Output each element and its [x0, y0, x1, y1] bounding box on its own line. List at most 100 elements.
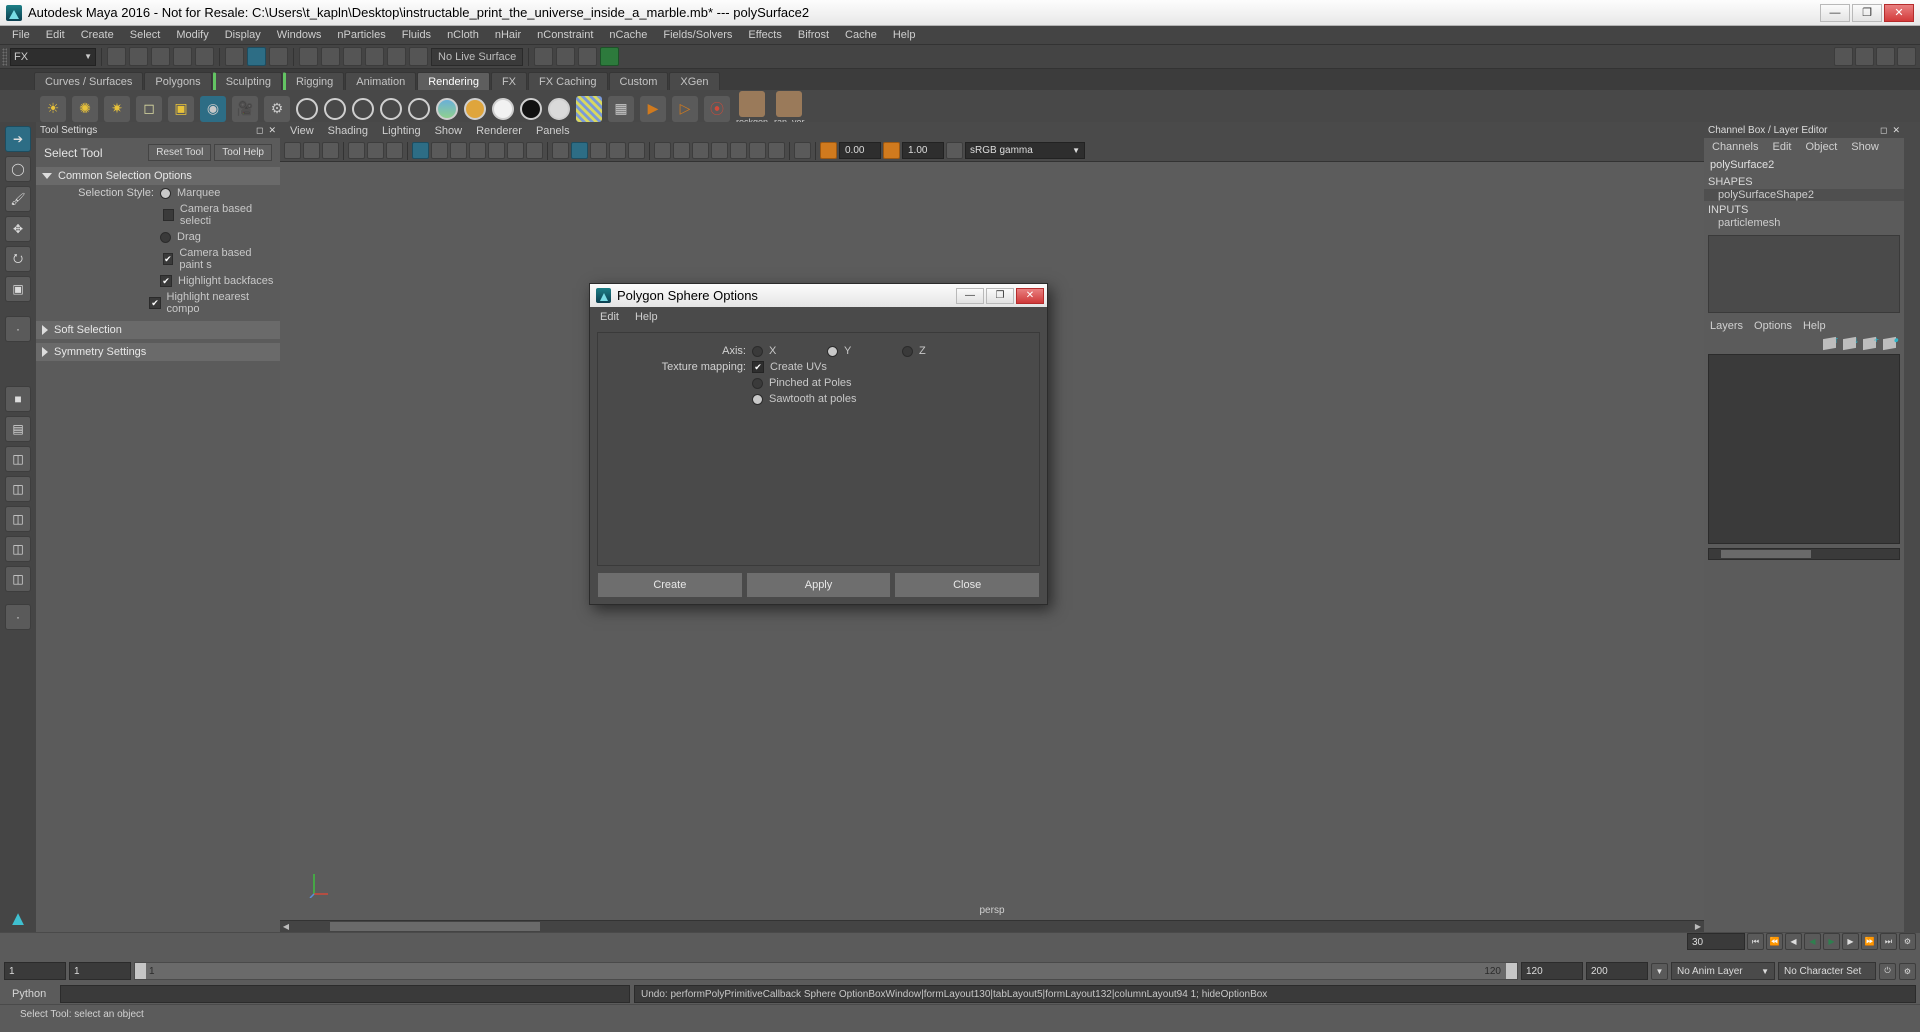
gate-mask-button[interactable] — [469, 142, 486, 159]
close-panel-icon[interactable]: ✕ — [1892, 125, 1900, 136]
play-backwards-button[interactable]: ◀ — [1804, 933, 1821, 950]
camera-icon[interactable]: 🎥 — [232, 95, 258, 122]
menu-item-edit[interactable]: Edit — [38, 26, 73, 45]
go-to-start-button[interactable]: ⏮ — [1747, 933, 1764, 950]
smooth-shade-selected-button[interactable] — [590, 142, 607, 159]
undock-icon[interactable]: ◻ — [256, 125, 263, 136]
camera-attributes-button[interactable] — [322, 142, 339, 159]
area-light-icon[interactable]: ◻ — [136, 95, 162, 122]
move-layer-up-icon[interactable]: ↑ — [1823, 334, 1839, 350]
gamma-toggle-button[interactable] — [883, 142, 900, 159]
menu-item-create[interactable]: Create — [73, 26, 122, 45]
range-right-handle[interactable] — [1506, 963, 1517, 979]
current-frame-field[interactable]: 30 — [1687, 933, 1745, 950]
maximize-button[interactable]: ❐ — [1852, 3, 1882, 22]
input-node-item[interactable]: particlemesh — [1704, 217, 1904, 229]
color-management-button[interactable] — [946, 142, 963, 159]
animation-prefs-button[interactable]: ⚙ — [1899, 962, 1916, 980]
menu-item-ncache[interactable]: nCache — [601, 26, 655, 45]
viewport-menu-panels[interactable]: Panels — [536, 125, 570, 137]
render-globals-icon[interactable]: ⚙ — [264, 95, 290, 122]
gain-value[interactable]: 1.00 — [902, 142, 944, 159]
select-by-hierarchy-button[interactable] — [225, 47, 244, 66]
safe-title-button[interactable] — [526, 142, 543, 159]
viewport-menu-renderer[interactable]: Renderer — [476, 125, 522, 137]
directional-light-icon[interactable]: ✷ — [104, 95, 130, 122]
menu-item-modify[interactable]: Modify — [168, 26, 216, 45]
anisotropic-material-icon[interactable] — [408, 97, 430, 120]
mesh-red-icon[interactable]: ⦿ — [704, 95, 730, 122]
layer-menu-options[interactable]: Options — [1754, 320, 1792, 332]
shelf-tab-custom[interactable]: Custom — [608, 72, 669, 90]
shaded-wireframe-button[interactable] — [628, 142, 645, 159]
shelf-tab-curves-surfaces[interactable]: Curves / Surfaces — [34, 72, 144, 90]
scale-tool-button[interactable]: ▣ — [5, 276, 31, 302]
textured-button[interactable] — [654, 142, 671, 159]
dialog-menu-edit[interactable]: Edit — [600, 311, 619, 323]
viewport-menu-shading[interactable]: Shading — [328, 125, 368, 137]
step-back-keyframe-button[interactable]: ⏪ — [1766, 933, 1783, 950]
animation-preferences-button[interactable]: ⚙ — [1899, 933, 1916, 950]
outliner-persp-layout-button[interactable]: ◫ — [5, 476, 31, 502]
shelf-tab-xgen[interactable]: XGen — [669, 72, 720, 90]
sawtooth-at-poles-radio[interactable] — [752, 393, 763, 405]
four-view-layout-button[interactable]: ▤ — [5, 416, 31, 442]
scrollbar-thumb[interactable] — [1721, 550, 1811, 558]
minimize-button[interactable]: — — [1820, 3, 1850, 22]
auto-keyframe-button[interactable]: ⏻ — [1879, 962, 1896, 980]
ambient-light-icon[interactable]: ◉ — [200, 95, 226, 122]
viewport-menu-lighting[interactable]: Lighting — [382, 125, 421, 137]
command-language-label[interactable]: Python — [4, 988, 56, 1000]
time-slider[interactable]: 30 ⏮ ⏪ ◀ ◀ ▶ ▶ ⏩ ⏭ ⚙ — [0, 932, 1920, 958]
highlight-nearest-checkbox[interactable] — [149, 297, 161, 309]
film-gate-button[interactable] — [431, 142, 448, 159]
isolate-select-button[interactable] — [794, 142, 811, 159]
use-all-lights-button[interactable] — [673, 142, 690, 159]
last-tool-button[interactable]: · — [5, 316, 31, 342]
axis-y-radio[interactable] — [827, 345, 838, 357]
menu-item-ncloth[interactable]: nCloth — [439, 26, 487, 45]
spotlight-icon[interactable]: ✺ — [72, 95, 98, 122]
axis-x-radio[interactable] — [752, 345, 763, 357]
flat-shade-button[interactable] — [609, 142, 626, 159]
symmetry-settings-section[interactable]: Symmetry Settings — [36, 343, 280, 361]
pinched-at-poles-radio[interactable] — [752, 377, 763, 389]
shadows-button[interactable] — [692, 142, 709, 159]
camera-based-paint-checkbox[interactable] — [162, 253, 174, 265]
toggle-layer-editor-button[interactable] — [1897, 47, 1916, 66]
lock-camera-button[interactable] — [303, 142, 320, 159]
command-input-field[interactable] — [60, 985, 630, 1003]
volume-light-icon[interactable]: ▣ — [168, 95, 194, 122]
view-transform-select[interactable]: sRGB gamma ▼ — [965, 142, 1085, 159]
shelf-tab-animation[interactable]: Animation — [345, 72, 417, 90]
tool-help-button[interactable]: Tool Help — [214, 144, 272, 161]
render-view-button[interactable] — [534, 47, 554, 66]
surface-shader-icon[interactable] — [464, 97, 486, 120]
close-button[interactable]: ✕ — [1884, 3, 1914, 22]
scroll-left-icon[interactable]: ◀ — [280, 922, 292, 931]
create-layer-from-selected-icon[interactable]: ● — [1883, 334, 1899, 350]
marquee-radio[interactable] — [160, 187, 171, 199]
menu-item-select[interactable]: Select — [122, 26, 169, 45]
screen-space-ao-button[interactable] — [711, 142, 728, 159]
range-slider[interactable]: 1 120 — [134, 962, 1518, 980]
drag-radio[interactable] — [160, 231, 171, 243]
menu-item-display[interactable]: Display — [217, 26, 269, 45]
viewport-menu-view[interactable]: View — [290, 125, 314, 137]
render-sequence-icon[interactable]: ▷ — [672, 95, 698, 122]
move-layer-down-icon[interactable]: ↓ — [1843, 334, 1859, 350]
phong-material-icon[interactable] — [352, 97, 374, 120]
channel-menu-channels[interactable]: Channels — [1712, 141, 1758, 153]
undo-button[interactable] — [173, 47, 192, 66]
grey-material-icon[interactable] — [548, 97, 570, 120]
axis-z-radio[interactable] — [902, 345, 913, 357]
paint-select-tool-button[interactable]: 🖌 — [5, 186, 31, 212]
lambert-material-icon[interactable] — [296, 97, 318, 120]
soft-selection-section[interactable]: Soft Selection — [36, 321, 280, 339]
animation-end-field[interactable]: 120 — [1521, 962, 1583, 980]
snap-projected-button[interactable] — [365, 47, 384, 66]
reset-tool-button[interactable]: Reset Tool — [148, 144, 212, 161]
scrollbar-thumb[interactable] — [330, 922, 540, 931]
menu-item-fluids[interactable]: Fluids — [394, 26, 439, 45]
apply-button[interactable]: Apply — [745, 572, 892, 598]
